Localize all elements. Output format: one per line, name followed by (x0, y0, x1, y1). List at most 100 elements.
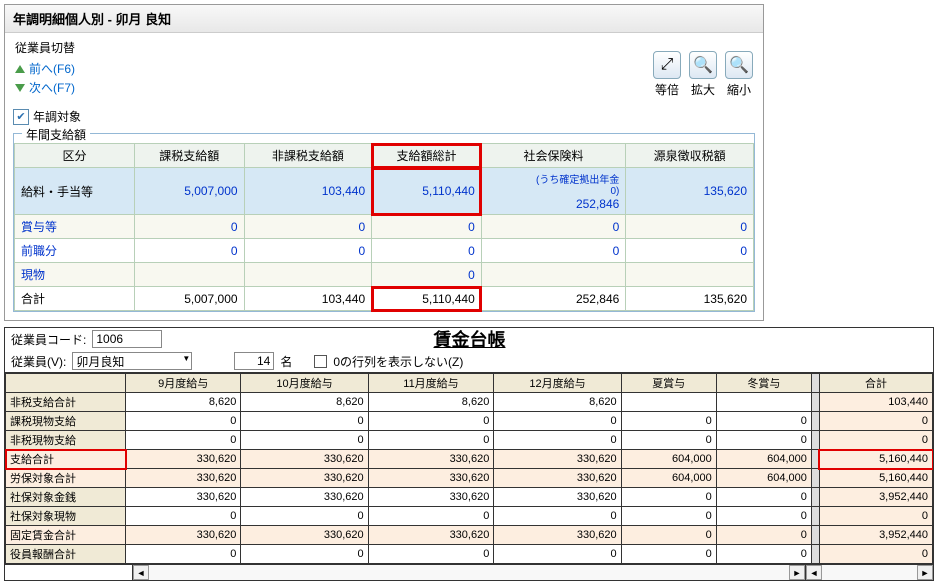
ledger-scroll[interactable]: 9月度給与10月度給与11月度給与12月度給与夏賞与冬賞与合計 非税支給合計8,… (5, 372, 933, 564)
cell: (うち確定拠出年金0)252,846 (481, 168, 626, 215)
ledger-row: 非税支給合計8,6208,6208,6208,620103,440 (6, 393, 933, 412)
ledger-cell: 604,000 (716, 450, 811, 469)
target-checkbox[interactable]: ✔ (13, 109, 29, 125)
employee-select[interactable] (72, 352, 192, 370)
ledger-cell: 0 (368, 412, 494, 431)
target-checkbox-row: ✔ 年調対象 (5, 104, 763, 129)
ledger-cell: 0 (126, 545, 241, 564)
scroll-right-button[interactable]: ► (789, 565, 805, 580)
minus-icon: 🔍 (725, 51, 753, 79)
cell: 0 (626, 239, 754, 263)
ledger-row: 役員報酬合計0000000 (6, 545, 933, 564)
ledger-row: 固定賃金合計330,620330,620330,620330,620003,95… (6, 526, 933, 545)
cell: 0 (372, 239, 482, 263)
spacer (811, 469, 819, 488)
cell: 5,007,000 (135, 287, 245, 311)
spacer (811, 374, 819, 393)
controls-row-1: 従業員コード: 賃金台帳 (5, 328, 933, 350)
summary-table: 区分 課税支給額 非課税支給額 支給額総計 社会保険料 源泉徴収税額 給料・手当… (14, 143, 754, 311)
count-suffix: 名 (280, 353, 292, 370)
employee-code-input[interactable] (92, 330, 162, 348)
ledger-cell: 3,952,440 (819, 526, 932, 545)
ledger-cell: 0 (368, 545, 494, 564)
spacer (811, 488, 819, 507)
horizontal-scrollbar[interactable]: ◄ ► ◄ ► (5, 564, 933, 580)
fieldset-legend: 年間支給額 (22, 126, 90, 143)
arrow-down-icon (15, 84, 25, 92)
employee-name-input[interactable] (72, 352, 192, 370)
ledger-cell: 8,620 (241, 393, 368, 412)
cell: 0 (481, 239, 626, 263)
prev-label: 前へ(F6) (29, 60, 75, 77)
ledger-cell: 0 (241, 545, 368, 564)
hide-zero-label: 0の行列を表示しない(Z) (333, 353, 463, 370)
ledger-cell: 330,620 (126, 526, 241, 545)
annual-payment-group: 年間支給額 区分 課税支給額 非課税支給額 支給額総計 社会保険料 源泉徴収税額… (13, 133, 755, 312)
ledger-row-label: 社保対象現物 (6, 507, 126, 526)
scroll-left-button[interactable]: ◄ (133, 565, 149, 580)
ledger-cell: 0 (621, 431, 716, 450)
ledger-row: 社保対象金銭330,620330,620330,620330,620003,95… (6, 488, 933, 507)
ledger-cell: 0 (621, 545, 716, 564)
ledger-cell: 604,000 (621, 450, 716, 469)
ledger-cell: 0 (621, 526, 716, 545)
cell: 0 (372, 215, 482, 239)
ledger-cell: 330,620 (368, 450, 494, 469)
ledger-cell: 0 (621, 507, 716, 526)
ledger-col-header: 11月度給与 (368, 374, 494, 393)
ledger-row-label: 非税支給合計 (6, 393, 126, 412)
ledger-cell: 0 (241, 412, 368, 431)
ledger-cell: 604,000 (621, 469, 716, 488)
hide-zero-checkbox[interactable] (314, 355, 327, 368)
cell (481, 263, 626, 287)
prev-button[interactable]: 前へ(F6) (15, 60, 75, 77)
col-total: 支給額総計 (372, 144, 482, 168)
ledger-cell: 330,620 (368, 488, 494, 507)
col-kubun: 区分 (15, 144, 135, 168)
spacer (811, 450, 819, 469)
ledger-cell: 0 (368, 431, 494, 450)
ledger-row: 労保対象合計330,620330,620330,620330,620604,00… (6, 469, 933, 488)
ledger-row-label: 役員報酬合計 (6, 545, 126, 564)
scroll-left-button-2[interactable]: ◄ (806, 565, 822, 580)
zoom-in-button[interactable]: 🔍 拡大 (689, 51, 717, 98)
ledger-cell: 0 (819, 431, 932, 450)
zoom-fit-button[interactable]: ⤢ 等倍 (653, 51, 681, 98)
ledger-col-header: 9月度給与 (126, 374, 241, 393)
controls-row-2: 従業員(V): 14 名 0の行列を表示しない(Z) (5, 350, 933, 372)
ledger-cell: 0 (241, 431, 368, 450)
row-label: 合計 (15, 287, 135, 311)
cell: 103,440 (244, 287, 372, 311)
row-label: 給料・手当等 (15, 168, 135, 215)
cell: 135,620 (626, 287, 754, 311)
ledger-cell: 330,620 (126, 450, 241, 469)
ledger-cell: 330,620 (126, 469, 241, 488)
ledger-cell: 0 (716, 412, 811, 431)
spacer (811, 412, 819, 431)
ledger-row-label: 社保対象金銭 (6, 488, 126, 507)
emp-label: 従業員(V): (11, 353, 66, 370)
ledger-cell: 330,620 (241, 450, 368, 469)
window-title: 年調明細個人別 - 卯月 良知 (5, 5, 763, 33)
fit-icon: ⤢ (653, 51, 681, 79)
ledger-row: 支給合計330,620330,620330,620330,620604,0006… (6, 450, 933, 469)
cell (626, 263, 754, 287)
ledger-col-header: 冬賞与 (716, 374, 811, 393)
zoom-out-button[interactable]: 🔍 縮小 (725, 51, 753, 98)
col-withhold: 源泉徴収税額 (626, 144, 754, 168)
cell: 0 (626, 215, 754, 239)
scroll-track[interactable] (149, 565, 789, 580)
ledger-cell: 330,620 (368, 526, 494, 545)
next-button[interactable]: 次へ(F7) (15, 79, 75, 96)
ledger-col-header: 夏賞与 (621, 374, 716, 393)
summary-row: 前職分00000 (15, 239, 754, 263)
ledger-cell: 0 (126, 431, 241, 450)
ledger-cell: 0 (368, 507, 494, 526)
row-label: 現物 (15, 263, 135, 287)
ledger-col-header: 10月度給与 (241, 374, 368, 393)
ledger-cell (621, 393, 716, 412)
scroll-right-button-2[interactable]: ► (917, 565, 933, 580)
arrow-up-icon (15, 65, 25, 73)
cell: 5,110,440 (372, 168, 482, 215)
employee-switch: 従業員切替 前へ(F6) 次へ(F7) (15, 39, 75, 98)
